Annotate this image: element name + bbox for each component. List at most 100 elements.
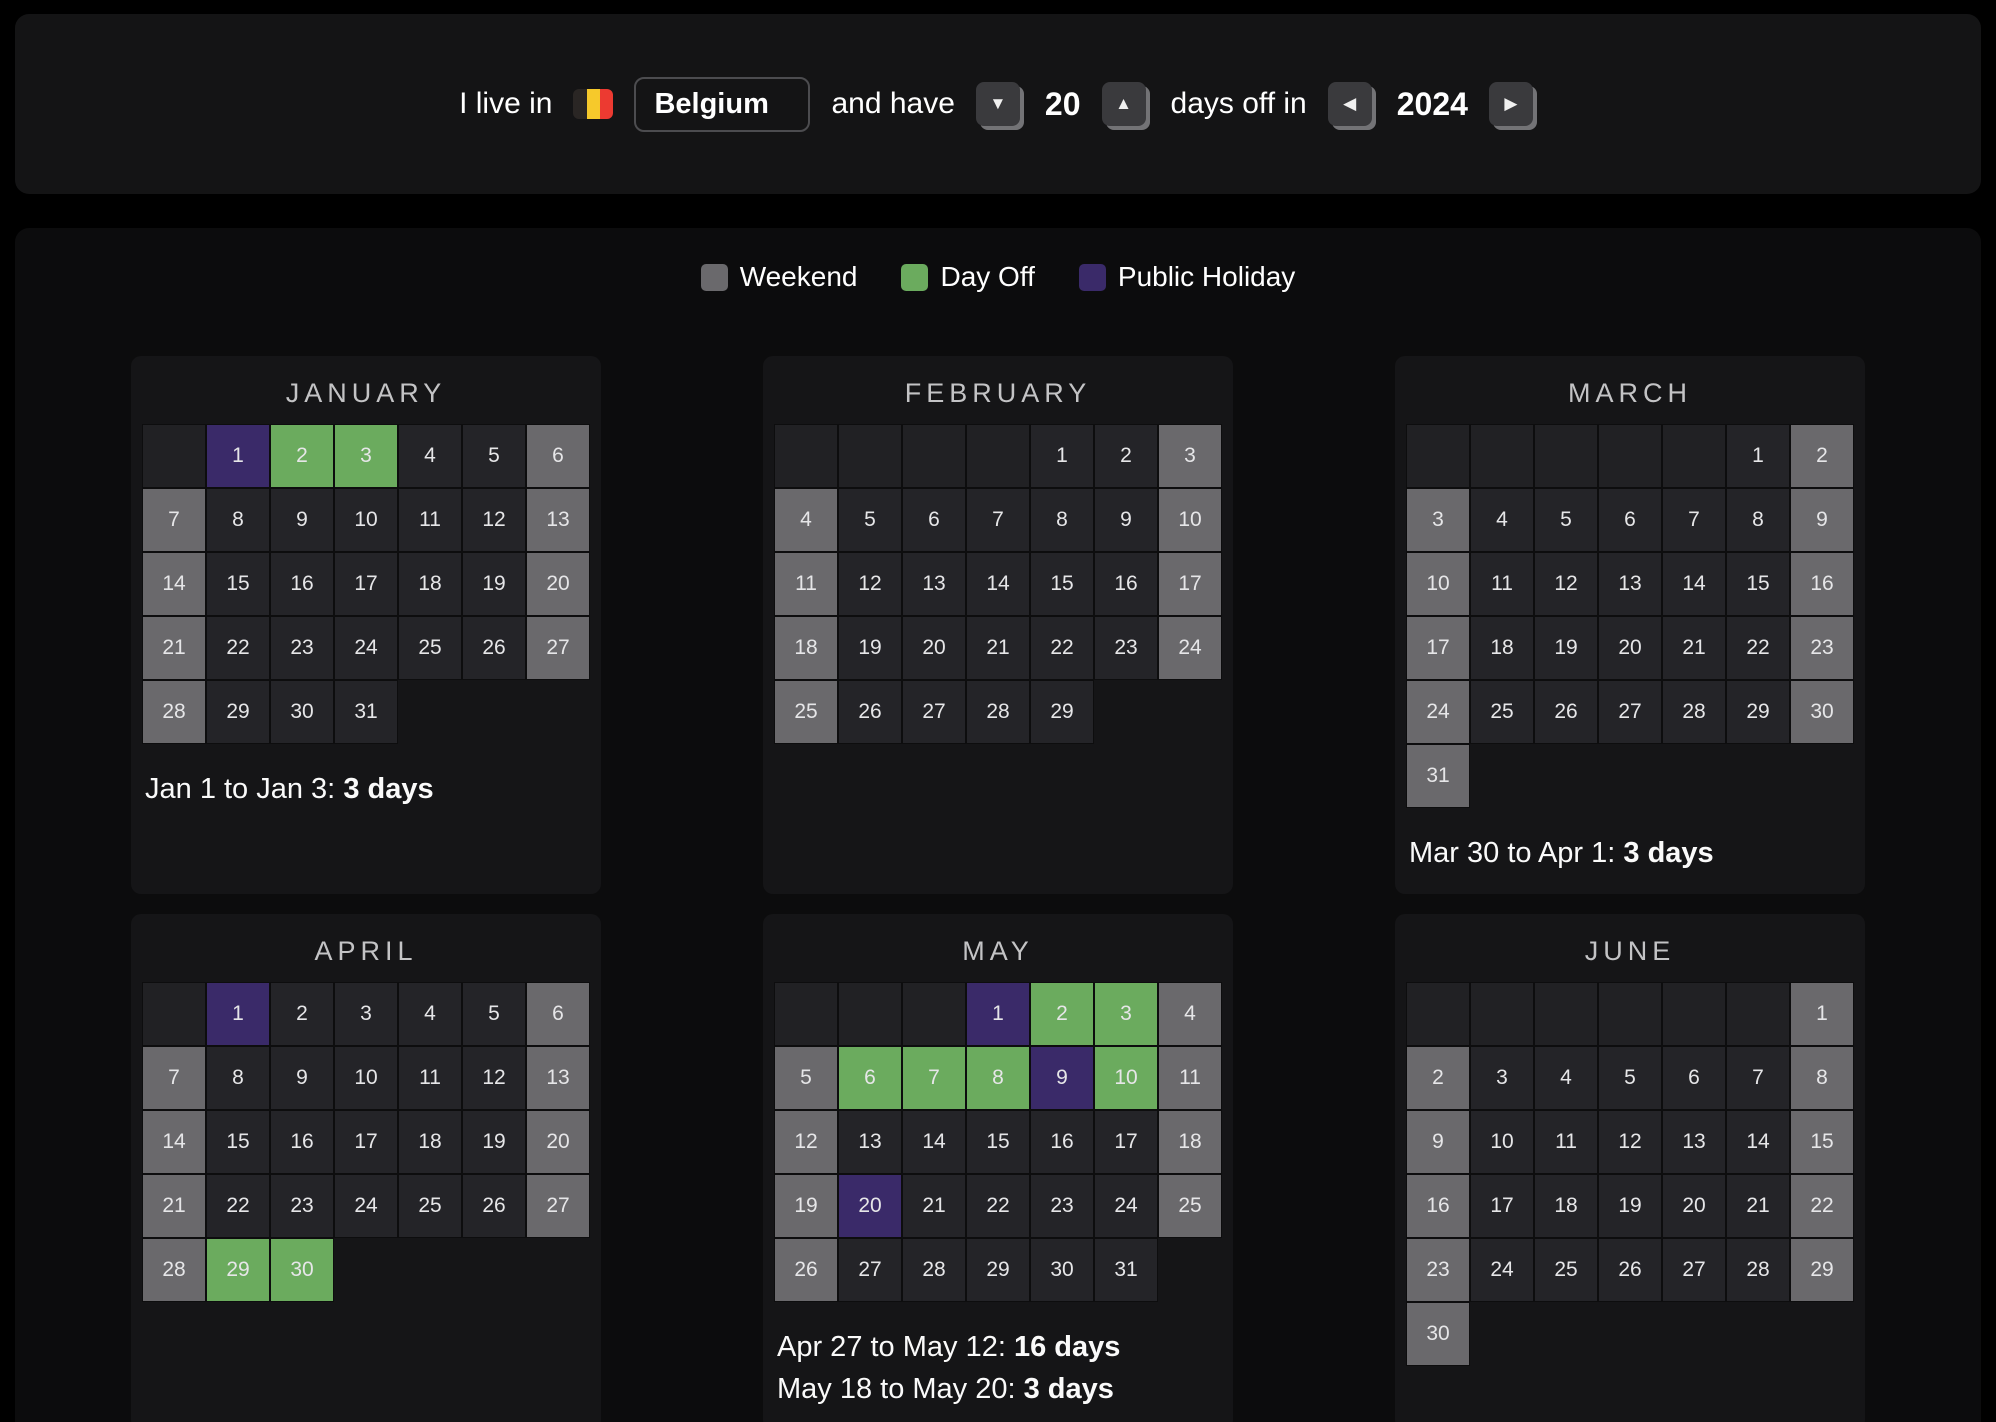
day-cell-february-19[interactable]: 19	[838, 616, 902, 680]
day-cell-march-28[interactable]: 28	[1662, 680, 1726, 744]
day-cell-june-19[interactable]: 19	[1598, 1174, 1662, 1238]
day-cell-january-15[interactable]: 15	[206, 552, 270, 616]
day-cell-january-20[interactable]: 20	[526, 552, 590, 616]
day-cell-march-19[interactable]: 19	[1534, 616, 1598, 680]
day-cell-may-12[interactable]: 12	[774, 1110, 838, 1174]
day-cell-february-23[interactable]: 23	[1094, 616, 1158, 680]
day-cell-march-23[interactable]: 23	[1790, 616, 1854, 680]
day-cell-may-30[interactable]: 30	[1030, 1238, 1094, 1302]
day-cell-march-1[interactable]: 1	[1726, 424, 1790, 488]
day-cell-june-15[interactable]: 15	[1790, 1110, 1854, 1174]
day-cell-april-15[interactable]: 15	[206, 1110, 270, 1174]
day-cell-april-11[interactable]: 11	[398, 1046, 462, 1110]
day-cell-january-6[interactable]: 6	[526, 424, 590, 488]
day-cell-january-19[interactable]: 19	[462, 552, 526, 616]
day-cell-january-22[interactable]: 22	[206, 616, 270, 680]
day-cell-june-14[interactable]: 14	[1726, 1110, 1790, 1174]
day-cell-february-24[interactable]: 24	[1158, 616, 1222, 680]
day-cell-may-23[interactable]: 23	[1030, 1174, 1094, 1238]
day-cell-january-24[interactable]: 24	[334, 616, 398, 680]
day-cell-march-22[interactable]: 22	[1726, 616, 1790, 680]
day-cell-january-31[interactable]: 31	[334, 680, 398, 744]
day-cell-january-27[interactable]: 27	[526, 616, 590, 680]
day-cell-february-10[interactable]: 10	[1158, 488, 1222, 552]
day-cell-june-3[interactable]: 3	[1470, 1046, 1534, 1110]
increase-days-button[interactable]: ▲	[1102, 82, 1146, 126]
day-cell-april-23[interactable]: 23	[270, 1174, 334, 1238]
day-cell-may-28[interactable]: 28	[902, 1238, 966, 1302]
day-cell-may-15[interactable]: 15	[966, 1110, 1030, 1174]
day-cell-april-21[interactable]: 21	[142, 1174, 206, 1238]
day-cell-february-26[interactable]: 26	[838, 680, 902, 744]
day-cell-february-16[interactable]: 16	[1094, 552, 1158, 616]
day-cell-march-27[interactable]: 27	[1598, 680, 1662, 744]
day-cell-april-1[interactable]: 1	[206, 982, 270, 1046]
day-cell-june-2[interactable]: 2	[1406, 1046, 1470, 1110]
day-cell-june-8[interactable]: 8	[1790, 1046, 1854, 1110]
day-cell-june-26[interactable]: 26	[1598, 1238, 1662, 1302]
day-cell-february-21[interactable]: 21	[966, 616, 1030, 680]
day-cell-march-8[interactable]: 8	[1726, 488, 1790, 552]
day-cell-april-3[interactable]: 3	[334, 982, 398, 1046]
day-cell-april-2[interactable]: 2	[270, 982, 334, 1046]
day-cell-january-3[interactable]: 3	[334, 424, 398, 488]
day-cell-june-24[interactable]: 24	[1470, 1238, 1534, 1302]
day-cell-march-2[interactable]: 2	[1790, 424, 1854, 488]
day-cell-february-6[interactable]: 6	[902, 488, 966, 552]
day-cell-june-1[interactable]: 1	[1790, 982, 1854, 1046]
day-cell-april-19[interactable]: 19	[462, 1110, 526, 1174]
day-cell-april-6[interactable]: 6	[526, 982, 590, 1046]
prev-year-button[interactable]: ◀	[1328, 82, 1372, 126]
day-cell-january-29[interactable]: 29	[206, 680, 270, 744]
day-cell-may-16[interactable]: 16	[1030, 1110, 1094, 1174]
day-cell-april-8[interactable]: 8	[206, 1046, 270, 1110]
next-year-button[interactable]: ▶	[1489, 82, 1533, 126]
day-cell-may-3[interactable]: 3	[1094, 982, 1158, 1046]
day-cell-january-12[interactable]: 12	[462, 488, 526, 552]
day-cell-february-29[interactable]: 29	[1030, 680, 1094, 744]
day-cell-january-30[interactable]: 30	[270, 680, 334, 744]
day-cell-january-10[interactable]: 10	[334, 488, 398, 552]
day-cell-april-7[interactable]: 7	[142, 1046, 206, 1110]
day-cell-march-20[interactable]: 20	[1598, 616, 1662, 680]
day-cell-march-13[interactable]: 13	[1598, 552, 1662, 616]
day-cell-june-16[interactable]: 16	[1406, 1174, 1470, 1238]
day-cell-april-4[interactable]: 4	[398, 982, 462, 1046]
day-cell-february-27[interactable]: 27	[902, 680, 966, 744]
day-cell-may-22[interactable]: 22	[966, 1174, 1030, 1238]
day-cell-june-4[interactable]: 4	[1534, 1046, 1598, 1110]
day-cell-may-19[interactable]: 19	[774, 1174, 838, 1238]
day-cell-may-5[interactable]: 5	[774, 1046, 838, 1110]
day-cell-march-17[interactable]: 17	[1406, 616, 1470, 680]
day-cell-february-17[interactable]: 17	[1158, 552, 1222, 616]
day-cell-april-26[interactable]: 26	[462, 1174, 526, 1238]
day-cell-january-2[interactable]: 2	[270, 424, 334, 488]
day-cell-may-1[interactable]: 1	[966, 982, 1030, 1046]
day-cell-february-1[interactable]: 1	[1030, 424, 1094, 488]
day-cell-march-29[interactable]: 29	[1726, 680, 1790, 744]
day-cell-april-16[interactable]: 16	[270, 1110, 334, 1174]
country-input[interactable]	[634, 77, 810, 132]
day-cell-march-10[interactable]: 10	[1406, 552, 1470, 616]
day-cell-may-9[interactable]: 9	[1030, 1046, 1094, 1110]
day-cell-june-21[interactable]: 21	[1726, 1174, 1790, 1238]
day-cell-march-11[interactable]: 11	[1470, 552, 1534, 616]
day-cell-january-8[interactable]: 8	[206, 488, 270, 552]
day-cell-may-6[interactable]: 6	[838, 1046, 902, 1110]
day-cell-march-24[interactable]: 24	[1406, 680, 1470, 744]
day-cell-february-28[interactable]: 28	[966, 680, 1030, 744]
day-cell-may-20[interactable]: 20	[838, 1174, 902, 1238]
day-cell-march-9[interactable]: 9	[1790, 488, 1854, 552]
day-cell-january-1[interactable]: 1	[206, 424, 270, 488]
day-cell-june-30[interactable]: 30	[1406, 1302, 1470, 1366]
day-cell-march-5[interactable]: 5	[1534, 488, 1598, 552]
day-cell-may-7[interactable]: 7	[902, 1046, 966, 1110]
day-cell-may-4[interactable]: 4	[1158, 982, 1222, 1046]
day-cell-may-29[interactable]: 29	[966, 1238, 1030, 1302]
day-cell-june-17[interactable]: 17	[1470, 1174, 1534, 1238]
day-cell-january-26[interactable]: 26	[462, 616, 526, 680]
day-cell-february-4[interactable]: 4	[774, 488, 838, 552]
day-cell-february-9[interactable]: 9	[1094, 488, 1158, 552]
day-cell-january-23[interactable]: 23	[270, 616, 334, 680]
day-cell-february-14[interactable]: 14	[966, 552, 1030, 616]
